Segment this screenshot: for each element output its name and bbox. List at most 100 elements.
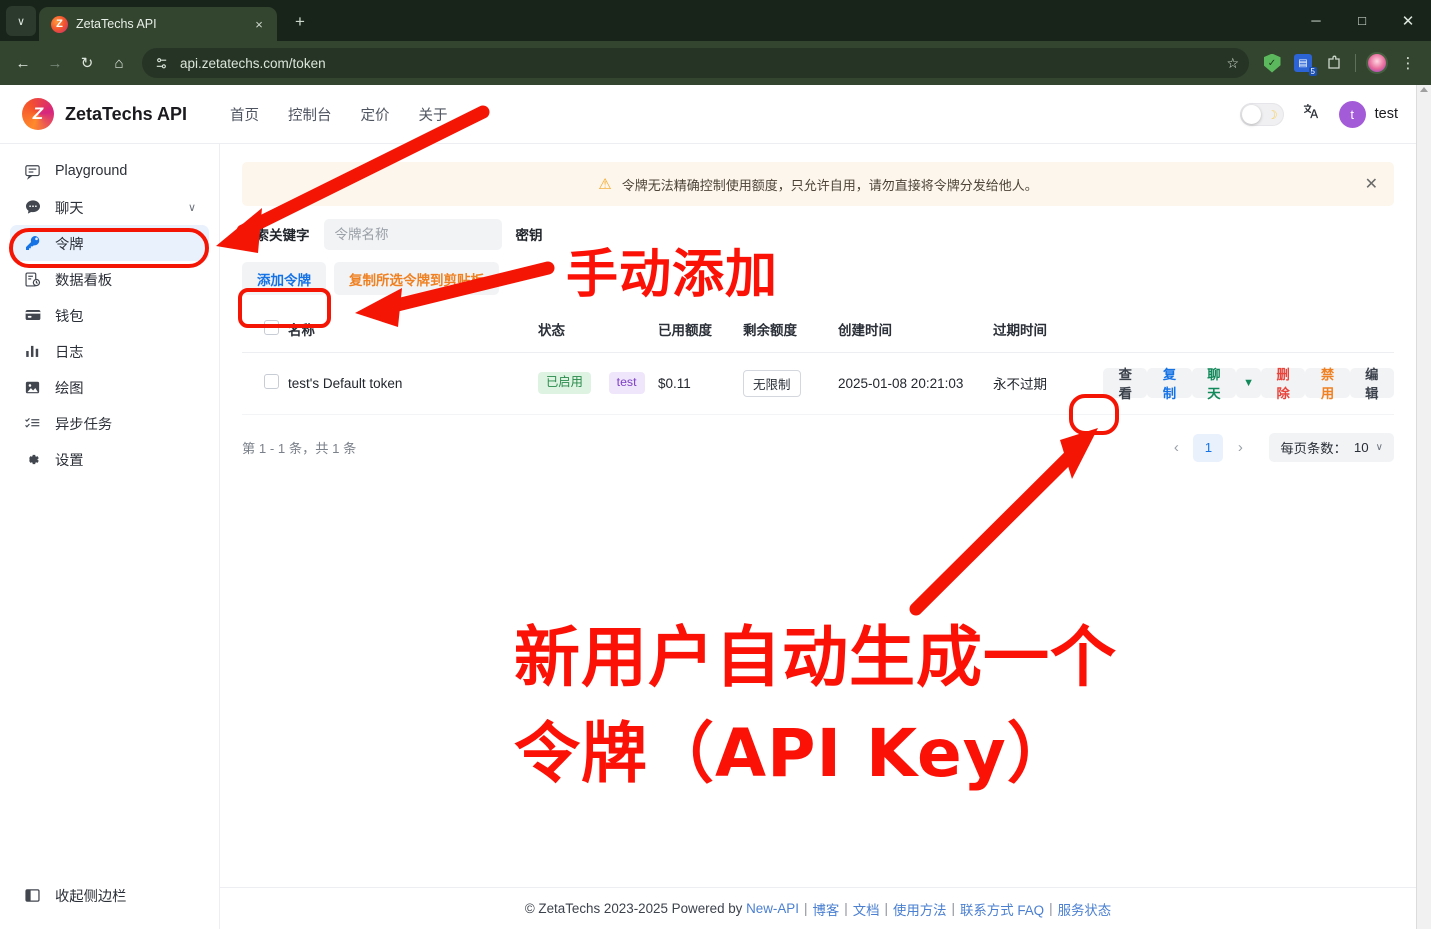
sidebar-footer: 收起侧边栏 [0,877,219,913]
tab-search-button[interactable]: ∨ [6,6,36,36]
view-button[interactable]: 查看 [1103,367,1148,401]
theme-toggle[interactable]: ☽ [1239,102,1284,126]
footer-separator: | [803,901,808,916]
sidebar: Playground 聊天 ∨ 令牌 数据看板 钱包 日志 绘图 异步任务 设置… [0,144,220,929]
sidebar-label: 数据看板 [55,272,113,289]
sidebar-item-logs[interactable]: 日志 [10,333,209,369]
sidebar-item-chat[interactable]: 聊天 ∨ [10,189,209,225]
page-number-1[interactable]: 1 [1193,433,1224,462]
forward-icon[interactable]: → [40,48,70,78]
maximize-button[interactable]: □ [1339,0,1385,41]
column-name: 名称 [288,309,538,353]
sidebar-item-wallet[interactable]: 钱包 [10,297,209,333]
extension-notes-icon[interactable]: ▤ 5 [1288,48,1318,78]
translate-icon[interactable] [1301,101,1322,128]
sidebar-collapse-button[interactable]: 收起侧边栏 [10,877,209,913]
banner-close-icon[interactable]: ✕ [1365,174,1378,194]
sidebar-label: 设置 [55,452,84,469]
wallet-card-icon [23,306,42,325]
search-input[interactable] [323,218,502,250]
footer-link-usage[interactable]: 使用方法 [893,899,947,919]
user-name: test [1374,106,1398,122]
sidebar-item-async-tasks[interactable]: 异步任务 [10,405,209,441]
nav-link-console[interactable]: 控制台 [288,104,332,125]
footer-link-status[interactable]: 服务状态 [1058,899,1112,919]
image-icon [23,378,42,397]
warning-banner: ⚠ 令牌无法精确控制使用额度，只允许自用，请勿直接将令牌分发给他人。 ✕ [242,162,1394,206]
sidebar-label: Playground [55,163,128,179]
column-status: 状态 [538,309,658,353]
column-actions [1103,309,1394,353]
user-menu[interactable]: t test [1338,100,1398,128]
scroll-up-icon[interactable] [1420,87,1428,92]
disable-button[interactable]: 禁用 [1305,367,1350,401]
column-used-quota: 已用额度 [658,309,743,353]
footer-separator: | [884,901,888,916]
close-icon[interactable]: × [249,14,269,34]
back-icon[interactable]: ← [8,48,38,78]
bookmark-star-icon[interactable]: ☆ [1226,55,1239,72]
key-icon [23,234,42,253]
adblock-shield-icon[interactable]: ✓ [1257,48,1287,78]
cell-remain-quota: 无限制 [743,352,838,415]
footer-link-docs[interactable]: 文档 [853,899,880,919]
chevron-down-icon[interactable]: ▼ [1236,368,1261,398]
minimize-button[interactable]: ─ [1293,0,1339,41]
new-tab-button[interactable]: + [287,9,313,35]
nav-link-pricing[interactable]: 定价 [361,104,390,125]
table-body: test's Default token 已启用 test $0.11 无限制 … [242,352,1394,415]
copy-selected-tokens-button[interactable]: 复制所选令牌到剪贴板 [334,262,499,295]
search-label: 搜索关键字 [242,228,310,243]
footer-link-faq[interactable]: 联系方式 FAQ [960,899,1044,919]
column-remain-quota: 剩余额度 [743,309,838,353]
browser-tab[interactable]: Z ZetaTechs API × [39,7,277,41]
profile-avatar[interactable] [1362,48,1392,78]
footer-separator: | [1049,901,1053,916]
delete-button[interactable]: 删除 [1260,367,1306,401]
copy-button[interactable]: 复制 [1147,367,1192,401]
url-text: api.zetatechs.com/token [180,55,326,71]
chrome-menu-icon[interactable]: ⋮ [1393,48,1423,78]
search-bar: 搜索关键字 密钥 [242,206,1394,262]
nav-link-home[interactable]: 首页 [230,104,259,125]
sidebar-item-draw[interactable]: 绘图 [10,369,209,405]
table-header-row: 名称 状态 已用额度 剩余额度 创建时间 过期时间 [242,309,1394,353]
sidebar-item-token[interactable]: 令牌 [10,225,209,261]
app-brand-title: ZetaTechs API [65,103,188,124]
app-logo-icon[interactable]: Z [22,98,54,130]
chevron-down-icon[interactable]: ∨ [188,201,196,214]
sidebar-item-playground[interactable]: Playground [10,153,209,189]
edit-button[interactable]: 编辑 [1349,367,1394,401]
reload-icon[interactable]: ↻ [72,48,102,78]
footer-link-blog[interactable]: 博客 [812,899,839,919]
sidebar-item-dashboard[interactable]: 数据看板 [10,261,209,297]
web-page: Z ZetaTechs API 首页 控制台 定价 关于 ☽ t test Pl… [0,85,1431,929]
chat-button[interactable]: 聊天 [1191,367,1237,401]
avatar: t [1338,100,1366,128]
extensions-area: ✓ ▤ 5 ⋮ [1257,48,1423,78]
extensions-puzzle-icon[interactable] [1319,48,1349,78]
page-size-value: 10 [1353,440,1369,455]
sidebar-label: 绘图 [55,380,84,397]
table-row[interactable]: test's Default token 已启用 test $0.11 无限制 … [242,352,1394,415]
nav-link-about[interactable]: 关于 [419,104,448,125]
footer-link-new-api[interactable]: New-API [746,901,799,916]
page-size-select[interactable]: 每页条数： 10 ∨ [1269,433,1394,462]
add-token-button[interactable]: 添加令牌 [242,262,326,295]
favicon-icon: Z [51,15,68,33]
row-checkbox[interactable] [264,374,279,389]
site-settings-icon[interactable] [152,54,171,73]
sidebar-label: 令牌 [55,236,84,253]
sidebar-item-settings[interactable]: 设置 [10,441,209,477]
select-all-checkbox[interactable] [264,320,279,335]
browser-window: ∨ Z ZetaTechs API × + ─ □ ✕ ← → ↻ ⌂ api.… [0,0,1431,929]
sidebar-label: 异步任务 [55,416,113,433]
home-icon[interactable]: ⌂ [104,48,134,78]
key-label: 密钥 [515,228,543,243]
prev-page-icon[interactable]: ‹ [1162,434,1190,462]
token-table: 名称 状态 已用额度 剩余额度 创建时间 过期时间 test's Default… [242,309,1394,415]
window-close-button[interactable]: ✕ [1385,0,1431,41]
address-bar[interactable]: api.zetatechs.com/token ☆ [142,48,1249,78]
next-page-icon[interactable]: › [1226,434,1254,462]
page-scrollbar[interactable] [1416,85,1431,929]
